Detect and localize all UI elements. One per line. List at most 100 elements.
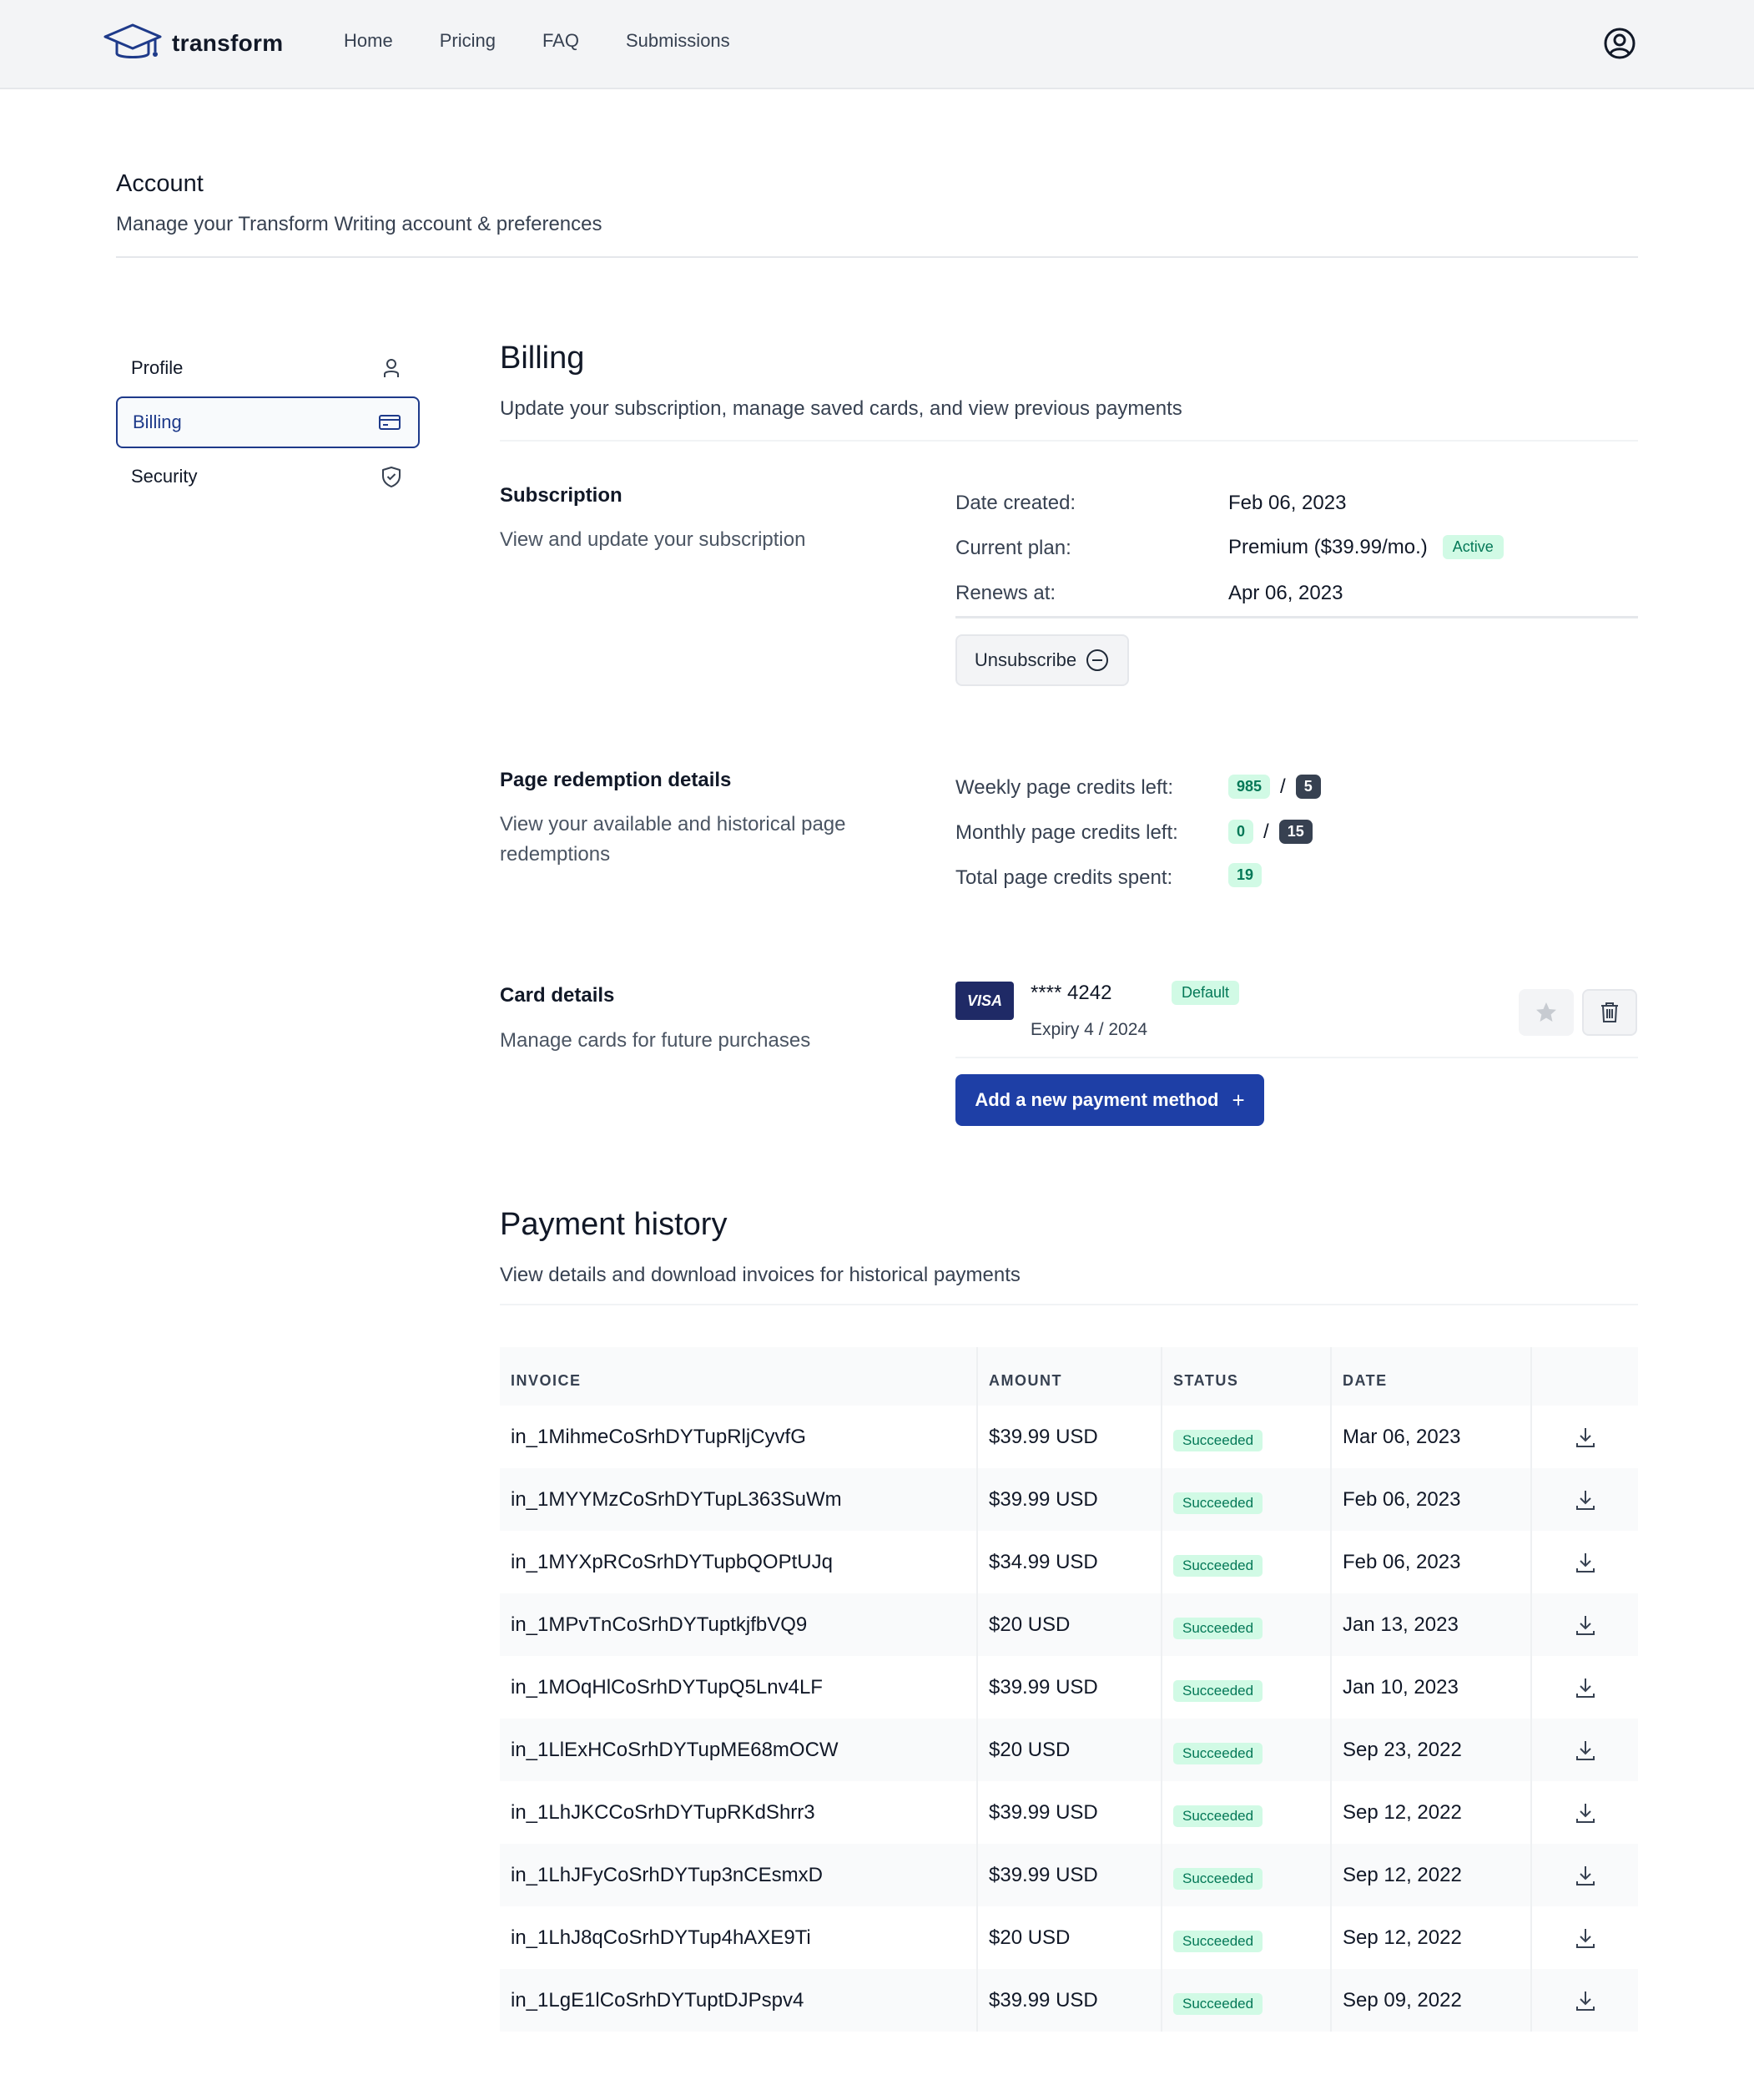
invoice-cell: in_1LhJFyCoSrhDYTup3nCEsmxD [500, 1844, 978, 1906]
billing-subtitle: Update your subscription, manage saved c… [500, 397, 1182, 420]
subscription-description: View and update your subscription [500, 528, 806, 551]
amount-cell: $20 USD [978, 1593, 1162, 1656]
download-invoice-button[interactable] [1532, 1781, 1638, 1844]
sidebar-item-billing[interactable]: Billing [116, 396, 420, 448]
page-title: Account [116, 170, 204, 197]
status-badge: Succeeded [1173, 1867, 1263, 1890]
table-row: in_1LhJKCCoSrhDYTupRKdShrr3 $39.99 USD Suc… [500, 1781, 1638, 1844]
amount-cell: $20 USD [978, 1719, 1162, 1781]
download-invoice-button[interactable] [1532, 1468, 1638, 1531]
header-divider [116, 256, 1638, 258]
add-payment-method-button[interactable]: Add a new payment method + [955, 1074, 1264, 1126]
payment-divider [500, 1304, 1638, 1305]
download-invoice-button[interactable] [1532, 1969, 1638, 2032]
table-row: in_1LhJ8qCoSrhDYTup4hAXE9Ti $20 USD Succee… [500, 1906, 1638, 1969]
download-invoice-button[interactable] [1532, 1844, 1638, 1906]
credit-card-icon [379, 415, 401, 430]
sidebar-item-security[interactable]: Security [116, 451, 420, 502]
unsubscribe-button[interactable]: Unsubscribe [955, 634, 1129, 686]
billing-divider [500, 440, 1638, 442]
brand-name: transform [172, 30, 284, 56]
table-row: in_1MPvTnCoSrhDYTuptkjfbVQ9 $20 USD Succee… [500, 1593, 1638, 1656]
status-badge: Succeeded [1173, 1992, 1263, 2015]
download-icon [1573, 1425, 1598, 1450]
weekly-credits-label: Weekly page credits left: [955, 776, 1174, 799]
column-header-actions [1532, 1347, 1638, 1406]
download-invoice-button[interactable] [1532, 1656, 1638, 1719]
total-credits-label: Total page credits spent: [955, 866, 1173, 889]
redemption-description: View your available and historical page … [500, 813, 846, 866]
weekly-credits-value: 985 / 5 [1228, 775, 1321, 799]
amount-cell: $39.99 USD [978, 1468, 1162, 1531]
status-cell: Succeeded [1162, 1781, 1332, 1844]
download-icon [1573, 1613, 1598, 1638]
account-header: Account Manage your Transform Writing ac… [116, 170, 1638, 236]
status-badge: Succeeded [1173, 1805, 1263, 1827]
date-cell: Feb 06, 2023 [1332, 1468, 1532, 1531]
card-details-title: Card details [500, 984, 615, 1007]
amount-cell: $39.99 USD [978, 1844, 1162, 1906]
monthly-credits-label: Monthly page credits left: [955, 821, 1178, 844]
renews-value: Apr 06, 2023 [1228, 582, 1343, 605]
date-cell: Mar 06, 2023 [1332, 1406, 1532, 1468]
column-header-status: STATUS [1162, 1347, 1332, 1406]
amount-cell: $39.99 USD [978, 1781, 1162, 1844]
column-header-invoice: INVOICE [500, 1347, 978, 1406]
sidebar-item-label: Security [131, 466, 198, 487]
sidebar-item-profile[interactable]: Profile [116, 342, 420, 394]
delete-card-button[interactable] [1582, 989, 1637, 1036]
amount-cell: $39.99 USD [978, 1969, 1162, 2032]
status-badge: Succeeded [1173, 1742, 1263, 1764]
amount-cell: $20 USD [978, 1906, 1162, 1969]
monthly-credits-total: 15 [1278, 820, 1313, 844]
date-created-value: Feb 06, 2023 [1228, 492, 1346, 515]
star-icon [1536, 1002, 1556, 1022]
table-row: in_1MYYMzCoSrhDYTupL363SuWm $39.99 USD Suc… [500, 1468, 1638, 1531]
amount-cell: $39.99 USD [978, 1656, 1162, 1719]
download-invoice-button[interactable] [1532, 1531, 1638, 1593]
nav-submissions[interactable]: Submissions [626, 30, 730, 52]
table-body: in_1MihmeCoSrhDYTupRljCyvfG $39.99 USD Suc… [500, 1406, 1638, 2032]
invoice-cell: in_1LhJ8qCoSrhDYTup4hAXE9Ti [500, 1906, 978, 1969]
brand-logo[interactable]: transform [102, 22, 283, 65]
download-invoice-button[interactable] [1532, 1406, 1638, 1468]
download-invoice-button[interactable] [1532, 1906, 1638, 1969]
trash-icon [1601, 1002, 1618, 1022]
renews-text: Apr 06, 2023 [1228, 582, 1343, 604]
table-row: in_1MYXpRCoSrhDYTupbQOPtUJq $34.99 USD Suc… [500, 1531, 1638, 1593]
current-plan-text: Premium ($39.99/mo.) [1228, 535, 1428, 558]
status-cell: Succeeded [1162, 1593, 1332, 1656]
card-expiry: Expiry 4 / 2024 [1031, 1020, 1148, 1039]
invoice-cell: in_1LgE1lCoSrhDYTuptDJPspv4 [500, 1969, 978, 2032]
date-cell: Jan 10, 2023 [1332, 1656, 1532, 1719]
table-row: in_1LhJFyCoSrhDYTup3nCEsmxD $39.99 USD Suc… [500, 1844, 1638, 1906]
status-cell: Succeeded [1162, 1468, 1332, 1531]
user-icon [384, 359, 399, 377]
download-invoice-button[interactable] [1532, 1719, 1638, 1781]
download-icon [1573, 1800, 1598, 1825]
nav-pricing[interactable]: Pricing [440, 30, 496, 52]
table-row: in_1MOqHlCoSrhDYTupQ5Lnv4LF $39.99 USD Suc… [500, 1656, 1638, 1719]
current-plan-label: Current plan: [955, 537, 1071, 559]
table-header: INVOICE AMOUNT STATUS DATE [500, 1347, 1638, 1406]
current-plan-value: Premium ($39.99/mo.) Active [1228, 535, 1504, 559]
status-cell: Succeeded [1162, 1906, 1332, 1969]
date-cell: Sep 12, 2022 [1332, 1844, 1532, 1906]
amount-cell: $34.99 USD [978, 1531, 1162, 1593]
download-invoice-button[interactable] [1532, 1593, 1638, 1656]
redemption-title: Page redemption details [500, 769, 732, 791]
user-account-icon[interactable] [1603, 27, 1636, 60]
invoice-cell: in_1MYXpRCoSrhDYTupbQOPtUJq [500, 1531, 978, 1593]
set-default-button[interactable] [1519, 989, 1574, 1036]
date-cell: Sep 12, 2022 [1332, 1781, 1532, 1844]
date-cell: Sep 09, 2022 [1332, 1969, 1532, 2032]
status-cell: Succeeded [1162, 1406, 1332, 1468]
status-cell: Succeeded [1162, 1969, 1332, 2032]
column-header-amount: AMOUNT [978, 1347, 1162, 1406]
download-icon [1573, 1550, 1598, 1575]
invoice-cell: in_1LhJKCCoSrhDYTupRKdShrr3 [500, 1781, 978, 1844]
nav-home[interactable]: Home [344, 30, 393, 52]
invoice-cell: in_1MYYMzCoSrhDYTupL363SuWm [500, 1468, 978, 1531]
status-badge: Active [1442, 535, 1504, 559]
nav-faq[interactable]: FAQ [542, 30, 579, 52]
